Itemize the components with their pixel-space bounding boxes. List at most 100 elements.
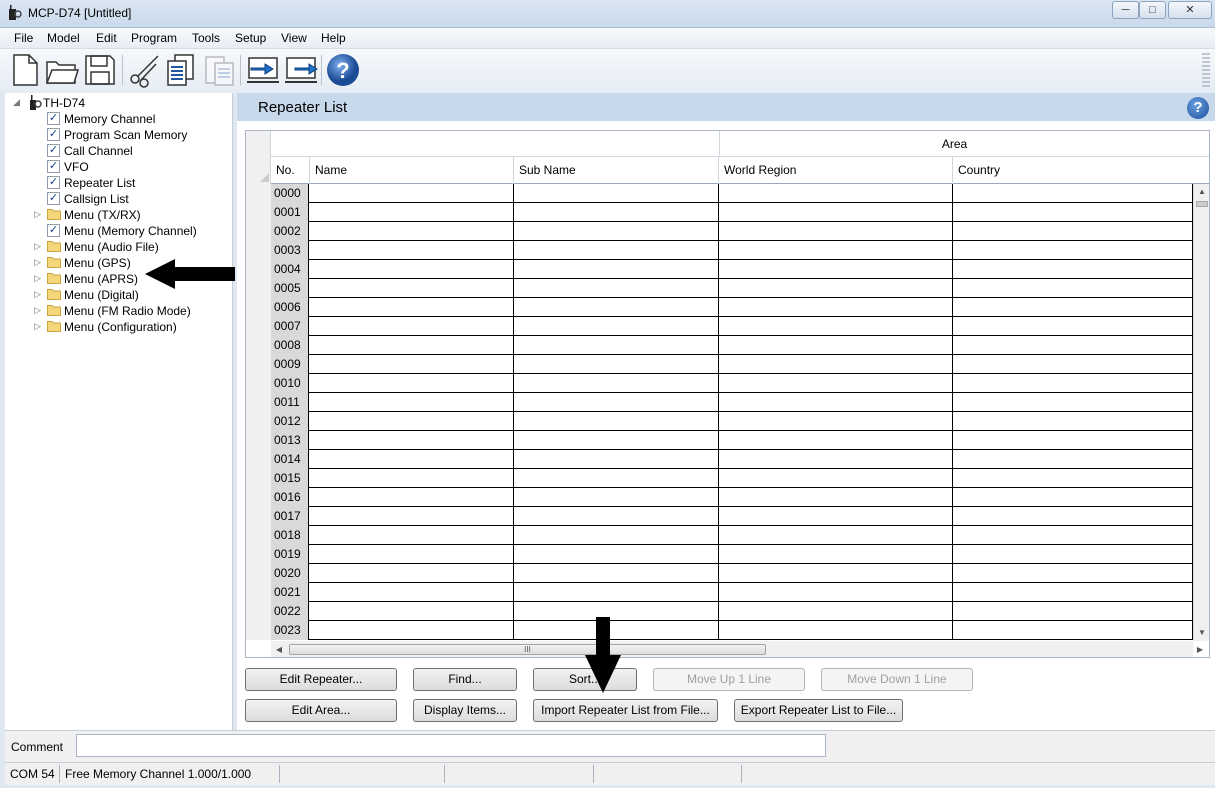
country-cell[interactable] bbox=[953, 393, 1193, 412]
table-row[interactable]: 0009 bbox=[246, 355, 1209, 374]
open-folder-icon[interactable] bbox=[44, 52, 80, 88]
sub-name-cell[interactable] bbox=[514, 564, 719, 583]
row-header[interactable] bbox=[246, 203, 271, 222]
tree-item-menu-configuration[interactable]: ▷ Menu (Configuration) bbox=[34, 319, 227, 335]
row-number-cell[interactable]: 0002 bbox=[271, 222, 309, 241]
table-row[interactable]: 0022 bbox=[246, 602, 1209, 621]
row-header[interactable] bbox=[246, 260, 271, 279]
sub-name-cell[interactable] bbox=[514, 317, 719, 336]
row-header[interactable] bbox=[246, 564, 271, 583]
row-header[interactable] bbox=[246, 450, 271, 469]
row-number-cell[interactable]: 0005 bbox=[271, 279, 309, 298]
table-row[interactable]: 0021 bbox=[246, 583, 1209, 602]
sub-name-cell[interactable] bbox=[514, 545, 719, 564]
menu-edit[interactable]: Edit bbox=[96, 31, 117, 45]
display-items-button[interactable]: Display Items... bbox=[413, 699, 517, 722]
tree-item-vfo[interactable]: ✓ VFO bbox=[47, 159, 227, 175]
row-header[interactable] bbox=[246, 355, 271, 374]
name-cell[interactable] bbox=[310, 222, 514, 241]
country-cell[interactable] bbox=[953, 602, 1193, 621]
row-header[interactable] bbox=[246, 222, 271, 241]
name-cell[interactable] bbox=[310, 184, 514, 203]
find-button[interactable]: Find... bbox=[413, 668, 517, 691]
import-repeater-list-button[interactable]: Import Repeater List from File... bbox=[533, 699, 718, 722]
scroll-up-icon[interactable]: ▲ bbox=[1194, 184, 1209, 200]
menu-view[interactable]: View bbox=[281, 31, 307, 45]
paste-icon[interactable] bbox=[202, 52, 238, 88]
select-all-corner[interactable] bbox=[246, 157, 271, 184]
table-row[interactable]: 0016 bbox=[246, 488, 1209, 507]
row-header[interactable] bbox=[246, 374, 271, 393]
row-header[interactable] bbox=[246, 412, 271, 431]
world-region-cell[interactable] bbox=[719, 298, 953, 317]
country-cell[interactable] bbox=[953, 298, 1193, 317]
row-number-cell[interactable]: 0000 bbox=[271, 184, 309, 203]
checkbox[interactable]: ✓ bbox=[47, 128, 60, 141]
world-region-cell[interactable] bbox=[719, 222, 953, 241]
row-number-cell[interactable]: 0001 bbox=[271, 203, 309, 222]
world-region-cell[interactable] bbox=[719, 203, 953, 222]
table-row[interactable]: 0003 bbox=[246, 241, 1209, 260]
row-header[interactable] bbox=[246, 469, 271, 488]
scroll-left-icon[interactable]: ◀ bbox=[271, 641, 287, 657]
row-number-cell[interactable]: 0016 bbox=[271, 488, 309, 507]
country-cell[interactable] bbox=[953, 583, 1193, 602]
sub-name-cell[interactable] bbox=[514, 355, 719, 374]
country-cell[interactable] bbox=[953, 469, 1193, 488]
table-row[interactable]: 0018 bbox=[246, 526, 1209, 545]
column-header-world-region[interactable]: World Region bbox=[719, 157, 953, 184]
world-region-cell[interactable] bbox=[719, 488, 953, 507]
country-cell[interactable] bbox=[953, 564, 1193, 583]
table-row[interactable]: 0005 bbox=[246, 279, 1209, 298]
row-number-cell[interactable]: 0007 bbox=[271, 317, 309, 336]
table-row[interactable]: 0015 bbox=[246, 469, 1209, 488]
country-cell[interactable] bbox=[953, 412, 1193, 431]
scroll-right-icon[interactable]: ▶ bbox=[1192, 641, 1208, 657]
sub-name-cell[interactable] bbox=[514, 336, 719, 355]
menu-tools[interactable]: Tools bbox=[192, 31, 220, 45]
world-region-cell[interactable] bbox=[719, 583, 953, 602]
country-cell[interactable] bbox=[953, 317, 1193, 336]
world-region-cell[interactable] bbox=[719, 336, 953, 355]
country-cell[interactable] bbox=[953, 507, 1193, 526]
help-icon[interactable]: ? bbox=[1187, 97, 1209, 119]
row-header[interactable] bbox=[246, 393, 271, 412]
name-cell[interactable] bbox=[310, 393, 514, 412]
country-cell[interactable] bbox=[953, 260, 1193, 279]
name-cell[interactable] bbox=[310, 374, 514, 393]
country-cell[interactable] bbox=[953, 279, 1193, 298]
country-cell[interactable] bbox=[953, 450, 1193, 469]
table-row[interactable]: 0011 bbox=[246, 393, 1209, 412]
world-region-cell[interactable] bbox=[719, 412, 953, 431]
column-header-country[interactable]: Country bbox=[953, 157, 1193, 184]
checkbox[interactable]: ✓ bbox=[47, 224, 60, 237]
collapsed-expander-icon[interactable]: ▷ bbox=[34, 209, 41, 220]
row-number-cell[interactable]: 0006 bbox=[271, 298, 309, 317]
table-row[interactable]: 0020 bbox=[246, 564, 1209, 583]
sub-name-cell[interactable] bbox=[514, 203, 719, 222]
row-number-cell[interactable]: 0023 bbox=[271, 621, 309, 640]
row-number-cell[interactable]: 0021 bbox=[271, 583, 309, 602]
sub-name-cell[interactable] bbox=[514, 222, 719, 241]
world-region-cell[interactable] bbox=[719, 279, 953, 298]
country-cell[interactable] bbox=[953, 241, 1193, 260]
country-cell[interactable] bbox=[953, 488, 1193, 507]
name-cell[interactable] bbox=[310, 564, 514, 583]
name-cell[interactable] bbox=[310, 241, 514, 260]
cut-icon[interactable] bbox=[126, 52, 162, 88]
table-row[interactable]: 0001 bbox=[246, 203, 1209, 222]
name-cell[interactable] bbox=[310, 602, 514, 621]
world-region-cell[interactable] bbox=[719, 355, 953, 374]
row-number-cell[interactable]: 0017 bbox=[271, 507, 309, 526]
row-number-cell[interactable]: 0004 bbox=[271, 260, 309, 279]
row-header[interactable] bbox=[246, 431, 271, 450]
sub-name-cell[interactable] bbox=[514, 298, 719, 317]
row-number-cell[interactable]: 0022 bbox=[271, 602, 309, 621]
country-cell[interactable] bbox=[953, 526, 1193, 545]
table-row[interactable]: 0014 bbox=[246, 450, 1209, 469]
sub-name-cell[interactable] bbox=[514, 431, 719, 450]
toolbar-grip[interactable] bbox=[1202, 53, 1210, 87]
name-cell[interactable] bbox=[310, 203, 514, 222]
tree-item-program-scan-memory[interactable]: ✓ Program Scan Memory bbox=[47, 127, 227, 143]
sub-name-cell[interactable] bbox=[514, 241, 719, 260]
